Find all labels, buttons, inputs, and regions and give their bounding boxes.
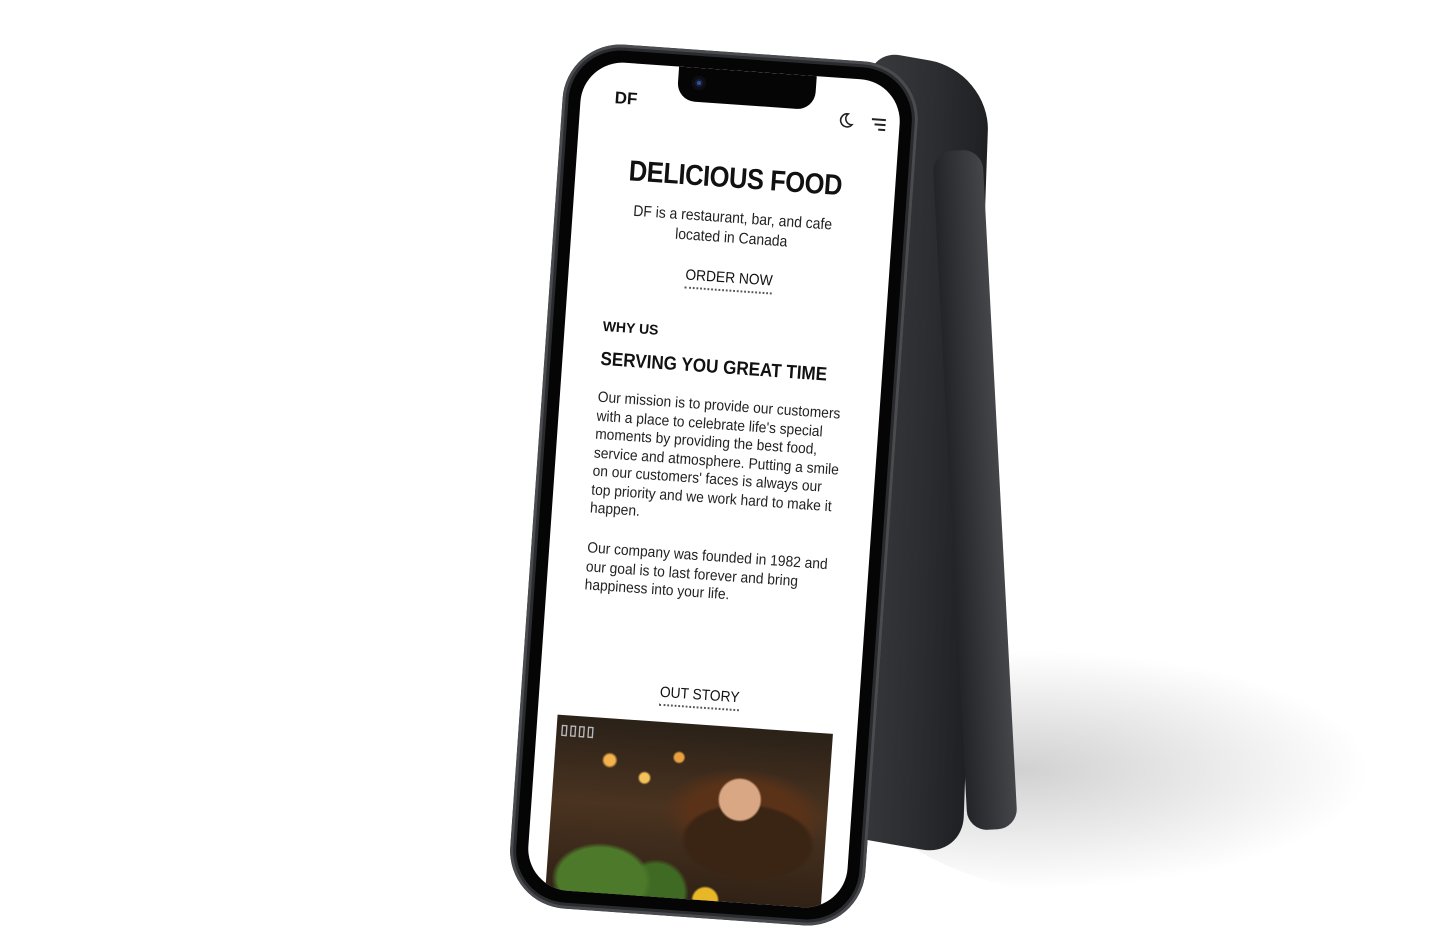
phone-screen: DF DELICIOUS FOOD DF is a restaurant, ba… bbox=[525, 59, 903, 911]
our-story-link[interactable]: OUT STORY bbox=[658, 683, 740, 712]
phone-mockup: DF DELICIOUS FOOD DF is a restaurant, ba… bbox=[506, 40, 922, 930]
hero-subtitle: DF is a restaurant, bar, and cafe locate… bbox=[632, 202, 833, 251]
menu-icon[interactable] bbox=[871, 118, 886, 134]
hero-title: DELICIOUS FOOD bbox=[627, 155, 844, 203]
company-paragraph: Our company was founded in 1982 and our … bbox=[584, 539, 829, 604]
order-now-link[interactable]: ORDER NOW bbox=[683, 266, 773, 295]
camera-icon bbox=[691, 75, 707, 91]
site-logo[interactable]: DF bbox=[614, 88, 638, 110]
section-eyebrow: WHY US bbox=[602, 317, 660, 338]
restaurant-photo: ▯▯▯▯ bbox=[544, 714, 833, 911]
section-heading: SERVING YOU GREAT TIME bbox=[599, 348, 828, 386]
photo-neon-sign: ▯▯▯▯ bbox=[560, 720, 596, 740]
moon-icon[interactable] bbox=[837, 112, 854, 129]
mission-paragraph: Our mission is to provide our customers … bbox=[589, 388, 841, 520]
